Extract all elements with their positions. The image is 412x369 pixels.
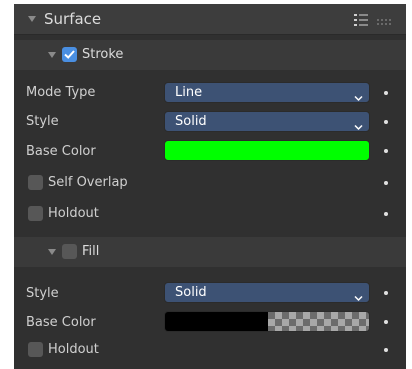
fill-style-dropdown[interactable]: Solid [164,282,370,303]
alpha-checker-pattern [268,312,369,331]
mode-type-label: Mode Type [26,85,96,100]
keyframe-dot-icon[interactable] [384,212,388,216]
checkmark-icon [64,50,75,59]
fill-base-color-label: Base Color [26,315,96,330]
expand-triangle-icon[interactable] [28,16,36,22]
stroke-holdout-checkbox[interactable] [28,206,43,221]
mode-type-dropdown[interactable]: Line [164,82,370,103]
stroke-checkbox[interactable] [62,47,77,62]
fill-holdout-checkbox[interactable] [28,342,43,357]
fill-checkbox[interactable] [62,244,77,259]
fill-subpanel-header[interactable]: Fill [14,237,406,267]
mode-type-value: Line [175,85,203,100]
fill-style-label: Style [26,286,59,301]
stroke-style-value: Solid [175,114,207,129]
keyframe-dot-icon[interactable] [384,91,388,95]
expand-triangle-icon[interactable] [48,249,56,255]
chevron-down-icon [354,289,363,308]
fill-holdout-label: Holdout [48,342,99,357]
fill-label: Fill [82,244,100,259]
panel-title: Surface [44,10,102,28]
self-overlap-label: Self Overlap [48,175,128,190]
stroke-subpanel-header[interactable]: Stroke [14,40,406,70]
stroke-style-label: Style [26,114,59,129]
keyframe-dot-icon[interactable] [384,120,388,124]
list-icon[interactable] [354,13,368,31]
keyframe-dot-icon[interactable] [384,320,388,324]
stroke-label: Stroke [82,47,124,62]
surface-panel-header[interactable]: Surface [14,4,406,35]
keyframe-dot-icon[interactable] [384,181,388,185]
fill-style-value: Solid [175,285,207,300]
color-swatch-solid [165,312,268,331]
stroke-style-dropdown[interactable]: Solid [164,111,370,132]
self-overlap-checkbox[interactable] [28,175,43,190]
stroke-base-color-label: Base Color [26,144,96,159]
keyframe-dot-icon[interactable] [384,348,388,352]
chevron-down-icon [354,89,363,108]
keyframe-dot-icon[interactable] [384,149,388,153]
keyframe-dot-icon[interactable] [384,291,388,295]
expand-triangle-icon[interactable] [48,52,56,58]
surface-panel: Surface Stroke Mode Type Line Style Soli… [14,4,406,369]
fill-base-color-swatch[interactable] [164,311,370,332]
stroke-base-color-swatch[interactable] [164,140,370,161]
stroke-holdout-label: Holdout [48,206,99,221]
chevron-down-icon [354,118,363,137]
drag-handle-icon[interactable] [377,15,393,30]
